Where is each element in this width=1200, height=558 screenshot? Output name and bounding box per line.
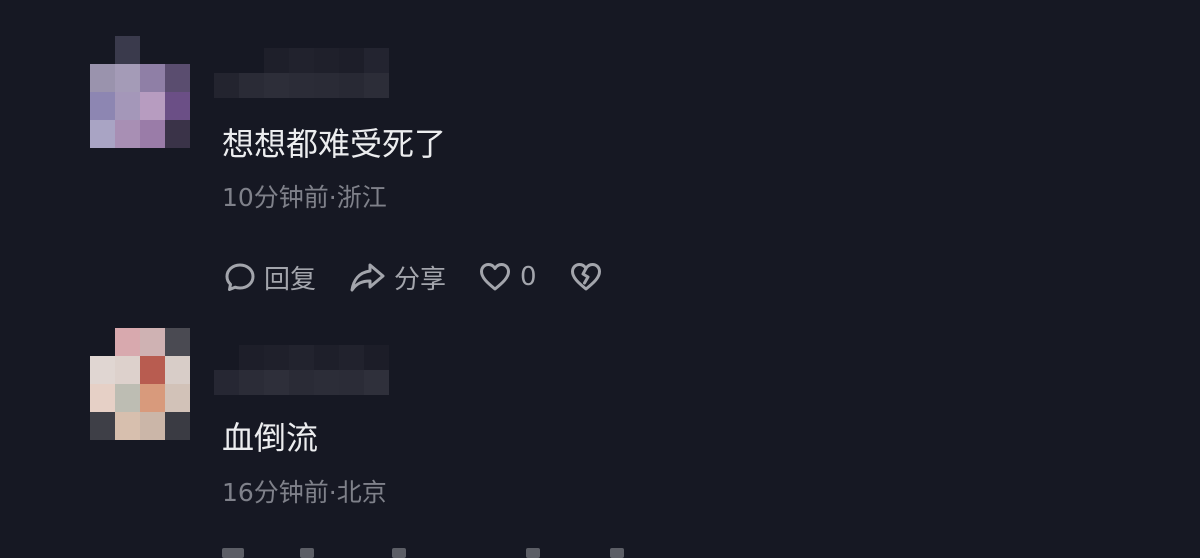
comment-time-location: 10分钟前·浙江 xyxy=(222,183,387,212)
reply-label: 回复 xyxy=(264,264,317,295)
reply-button[interactable]: 回复 xyxy=(222,259,316,296)
dislike-button[interactable] xyxy=(569,260,603,294)
share-button[interactable]: 分享 xyxy=(348,259,446,296)
avatar[interactable] xyxy=(90,36,190,148)
comment-time-location: 16分钟前·北京 xyxy=(222,478,387,507)
avatar[interactable] xyxy=(90,328,190,440)
comment-text: 想想都难受死了 xyxy=(222,125,447,163)
username[interactable] xyxy=(214,345,389,395)
comment-text: 血倒流 xyxy=(222,419,319,457)
comment-actions-cutoff xyxy=(222,548,624,558)
heart-icon xyxy=(478,260,512,294)
comment-bubble-icon xyxy=(222,259,258,295)
comment-actions: 回复 分享 0 xyxy=(222,257,635,297)
like-button[interactable]: 0 xyxy=(478,260,537,294)
share-label: 分享 xyxy=(394,264,447,295)
like-count: 0 xyxy=(520,262,537,292)
broken-heart-icon xyxy=(569,260,603,294)
username[interactable] xyxy=(214,48,389,98)
share-arrow-icon xyxy=(348,259,388,295)
comment-list: 想想都难受死了 10分钟前·浙江 回复 分享 0 血倒流 16分钟前·北京 xyxy=(0,0,1200,558)
